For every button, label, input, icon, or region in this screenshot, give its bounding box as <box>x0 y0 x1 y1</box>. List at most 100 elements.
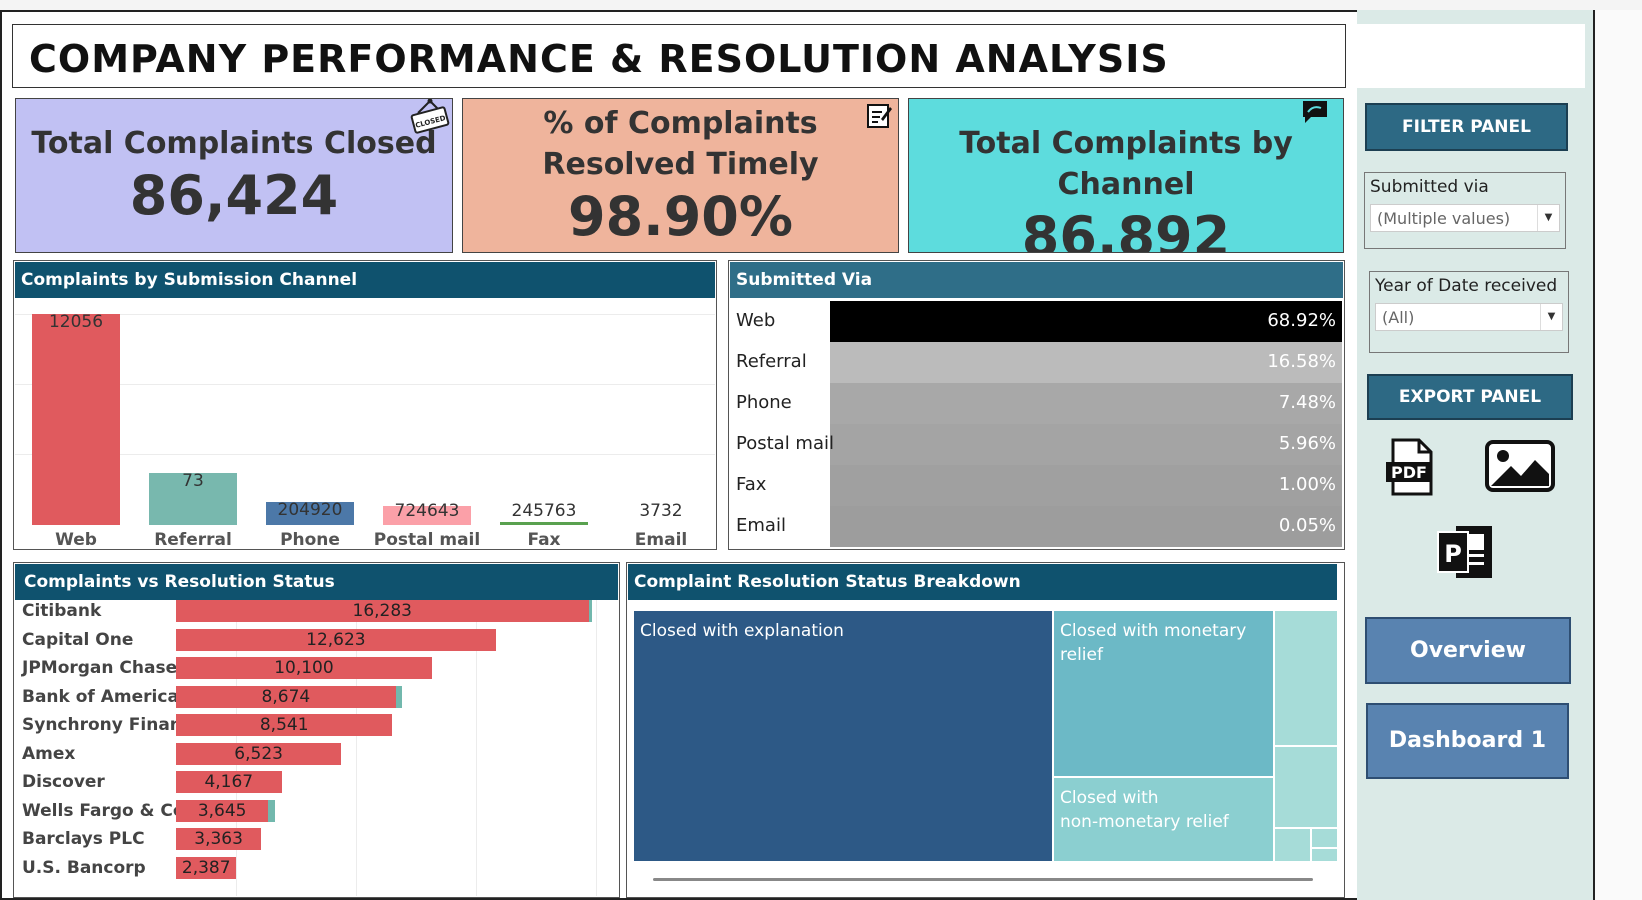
channel-bar[interactable] <box>32 314 120 525</box>
channel-data-label: 12056 <box>48 312 104 332</box>
submitted-via-bar: 0.05% <box>830 506 1342 547</box>
resolution-row[interactable]: Wells Fargo & Co.. 3,645 <box>15 797 615 825</box>
dropdown-value: (All) <box>1382 308 1415 327</box>
submitted-via-bar: 1.00% <box>830 465 1342 506</box>
submitted-via-row[interactable]: 68.92% Web <box>730 301 1342 342</box>
chevron-down-icon[interactable]: ▼ <box>1540 304 1562 330</box>
logo-area <box>1357 24 1585 88</box>
resolution-row[interactable]: U.S. Bancorp 2,387 <box>15 854 615 882</box>
channel-bar[interactable] <box>500 522 588 525</box>
chevron-down-icon[interactable]: ▼ <box>1537 205 1559 231</box>
kpi-value: 98.90% <box>568 185 793 248</box>
treemap-cell-other-2[interactable] <box>1274 746 1338 828</box>
submitted-via-value: 7.48% <box>1278 392 1336 413</box>
submitted-via-dropdown[interactable]: (Multiple values) ▼ <box>1370 204 1560 232</box>
treemap-cell-other-5[interactable] <box>1311 848 1338 862</box>
filter-year: Year of Date received (All) ▼ <box>1369 271 1569 353</box>
resolution-value: 12,623 <box>306 629 366 650</box>
submitted-via-row[interactable]: 1.00% Fax <box>730 465 1342 506</box>
channel-data-label: 204920 <box>277 499 343 520</box>
resolution-row[interactable]: JPMorgan Chase.. 10,100 <box>15 654 615 682</box>
resolution-row[interactable]: Amex 6,523 <box>15 740 615 768</box>
kpi-resolved-timely: % of Complaints Resolved Timely 98.90% <box>462 98 899 253</box>
submitted-via-label: Email <box>736 515 786 536</box>
submitted-via-bar: 5.96% <box>830 424 1342 465</box>
grid-line <box>15 454 715 455</box>
filter-submitted-via: Submitted via (Multiple values) ▼ <box>1364 172 1566 249</box>
submitted-via-row[interactable]: 0.05% Email <box>730 506 1342 547</box>
channel-category-label: Email <box>634 530 688 550</box>
submitted-via-value: 0.05% <box>1278 515 1336 536</box>
channel-category-label: Referral <box>154 530 232 550</box>
submitted-via-value: 1.00% <box>1278 474 1336 495</box>
company-label: Bank of America <box>22 686 179 707</box>
channel-data-label: 245763 <box>511 501 577 521</box>
resolution-bar-secondary[interactable] <box>588 600 592 622</box>
company-label: Capital One <box>22 629 134 650</box>
submitted-via-label: Web <box>736 310 776 331</box>
treemap-scrollbar[interactable] <box>653 878 1313 881</box>
kpi-label: Total Complaints by Channel <box>959 126 1293 202</box>
filter-panel-header: FILTER PANEL <box>1365 103 1568 151</box>
resolution-row[interactable]: Barclays PLC 3,363 <box>15 825 615 853</box>
channel-category-label: Fax <box>527 530 561 550</box>
treemap-cell-monetary[interactable]: Closed with monetary relief <box>1053 610 1274 777</box>
dashboard-1-button[interactable]: Dashboard 1 <box>1366 703 1569 779</box>
kpi-total-closed: Total Complaints Closed 86,424 CLOSED <box>15 98 453 253</box>
kpi-label: % of Complaints Resolved Timely <box>542 106 819 182</box>
kpi-label: Total Complaints Closed <box>31 126 437 161</box>
channel-category-label: Phone <box>280 530 340 550</box>
submitted-via-value: 5.96% <box>1278 433 1336 454</box>
kpi-value: 86,424 <box>129 164 339 227</box>
submitted-via-bar: 68.92% <box>830 301 1342 342</box>
resolution-row[interactable]: Synchrony Finan.. 8,541 <box>15 711 615 739</box>
resolution-bar-secondary[interactable] <box>268 799 275 822</box>
resolution-row[interactable]: Capital One 12,623 <box>15 626 615 654</box>
closed-sign-icon: CLOSED <box>410 99 450 134</box>
treemap-cell-other-4[interactable] <box>1311 828 1338 848</box>
submitted-via-bar: 7.48% <box>830 383 1342 424</box>
resolution-value: 10,100 <box>274 658 334 678</box>
company-label: Amex <box>22 743 76 764</box>
resolution-value: 3,645 <box>197 800 247 821</box>
year-dropdown[interactable]: (All) ▼ <box>1375 303 1563 331</box>
treemap-cell-nonmonetary[interactable]: Closed with non-monetary relief <box>1053 777 1274 862</box>
submitted-via-row[interactable]: 5.96% Postal mail <box>730 424 1342 465</box>
channel-data-label: 724643 <box>394 501 460 521</box>
submitted-via-row[interactable]: 16.58% Referral <box>730 342 1342 383</box>
treemap-label-line2: non-monetary relief <box>1060 812 1229 832</box>
resolution-row[interactable]: Discover 4,167 <box>15 768 615 796</box>
svg-text:P: P <box>1444 540 1462 568</box>
resolution-value: 8,674 <box>261 686 311 707</box>
resolution-value: 8,541 <box>259 715 309 735</box>
channel-category-label: Web <box>55 530 97 550</box>
resolution-row[interactable]: Bank of America 8,674 <box>15 683 615 711</box>
outer-margin <box>1595 10 1642 900</box>
pdf-export-icon[interactable]: PDF <box>1385 438 1437 496</box>
treemap-cell-other-3[interactable] <box>1274 828 1311 862</box>
company-label: Wells Fargo & Co.. <box>22 800 198 821</box>
channel-category-label: Postal mail <box>373 530 481 550</box>
notepad-edit-icon <box>867 104 892 128</box>
resolution-value: 2,387 <box>181 857 231 878</box>
powerpoint-export-icon[interactable]: P <box>1436 524 1494 580</box>
resolution-row[interactable]: Citibank 16,283 <box>15 597 615 625</box>
resolution-value: 3,363 <box>194 829 243 849</box>
resolution-bar-secondary[interactable] <box>395 685 402 708</box>
image-export-icon[interactable] <box>1485 440 1555 492</box>
kpi-total-by-channel: Total Complaints by Channel 86,892 <box>908 98 1344 253</box>
resolution-value: 16,283 <box>352 601 412 621</box>
submitted-via-row[interactable]: 7.48% Phone <box>730 383 1342 424</box>
svg-text:PDF: PDF <box>1391 463 1427 482</box>
treemap-cell-other-1[interactable] <box>1274 610 1338 746</box>
treemap-cell-explanation[interactable]: Closed with explanation <box>633 610 1053 862</box>
kpi-value: 86,892 <box>1021 205 1231 253</box>
submitted-via-label: Fax <box>736 474 767 495</box>
channel-data-label: 3732 <box>639 501 683 521</box>
overview-button[interactable]: Overview <box>1365 617 1571 684</box>
treemap-label-line1: Closed with <box>1060 788 1159 808</box>
resolution-value: 4,167 <box>204 772 254 792</box>
company-label: JPMorgan Chase.. <box>22 658 191 678</box>
export-panel-header: EXPORT PANEL <box>1367 374 1573 420</box>
chat-bubble-icon <box>1303 101 1327 123</box>
